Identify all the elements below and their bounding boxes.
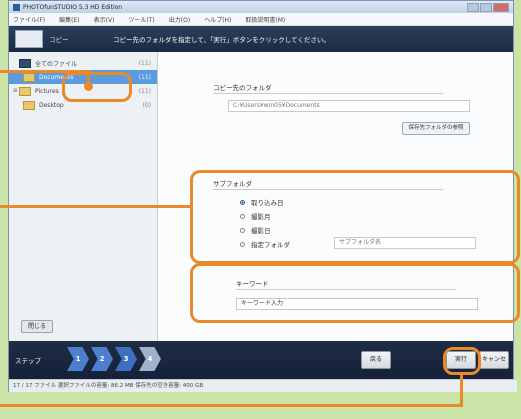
step-label: ステップ (15, 357, 41, 365)
window-title: PHOTOfunSTUDIO 5.3 HD Edition (23, 3, 123, 11)
step-3-arrow: 3 (115, 347, 137, 371)
tree-item-count: (11) (138, 73, 151, 81)
tree-item-count: (11) (138, 87, 151, 95)
step-thumbnail-icon (15, 30, 43, 48)
title-bar: PHOTOfunSTUDIO 5.3 HD Edition (9, 1, 513, 13)
documents-highlight-frame (62, 72, 132, 102)
close-window-button[interactable] (493, 2, 509, 12)
status-bar: 17 / 17 ファイル 選択ファイルの容量: 86.2 MB 保存先の空き容量… (9, 379, 517, 392)
step-header: コピー コピー先のフォルダを指定して、「実行」ボタンをクリックしてください。 (9, 26, 513, 52)
app-icon (13, 3, 20, 11)
menu-bar: ファイル(F) 編集(E) 表示(V) ツール(T) 出力(O) ヘルプ(H) … (9, 13, 513, 26)
callout-line (460, 375, 463, 406)
copy-dest-path-field[interactable]: C:¥Users¥win05¥Documents (228, 100, 470, 112)
tree-item-label: 全てのファイル (35, 60, 78, 68)
callout-line (0, 404, 463, 407)
close-panel-button[interactable]: 閉じる (21, 320, 53, 333)
step-footer: ステップ 1 2 3 4 戻る 実行 キャンセル (9, 341, 513, 379)
menu-manual[interactable]: 取扱説明書(M) (245, 15, 285, 24)
step-4-arrow: 4 (139, 347, 161, 371)
menu-view[interactable]: 表示(V) (94, 15, 115, 24)
window-controls (467, 2, 509, 12)
subfolder-highlight-frame (190, 170, 520, 264)
cancel-button[interactable]: キャンセル (479, 351, 509, 379)
folder-icon (19, 86, 31, 96)
step-1-arrow: 1 (67, 347, 89, 371)
callout-line (0, 70, 90, 73)
instruction-text: コピー先のフォルダを指定して、「実行」ボタンをクリックしてください。 (113, 36, 330, 44)
browse-folder-button[interactable]: 保存先フォルダの参照 (402, 122, 470, 135)
tree-item-label: Pictures (35, 87, 59, 95)
copy-dest-label: コピー先のフォルダ (213, 82, 443, 94)
keyword-highlight-frame (190, 263, 520, 323)
back-button[interactable]: 戻る (361, 351, 391, 369)
menu-tools[interactable]: ツール(T) (128, 15, 154, 24)
run-highlight-frame (443, 347, 481, 375)
menu-edit[interactable]: 編集(E) (59, 15, 79, 24)
tree-item-count: (0) (142, 101, 152, 109)
minimize-button[interactable] (467, 2, 479, 12)
menu-file[interactable]: ファイル(F) (13, 15, 45, 24)
callout-line (0, 205, 190, 208)
maximize-button[interactable] (480, 2, 492, 12)
step-title: コピー (49, 36, 69, 44)
tree-item-count: (11) (138, 59, 151, 67)
folder-icon (23, 72, 35, 82)
tree-item-label: Desktop (39, 101, 64, 109)
folder-icon (23, 100, 35, 110)
menu-help[interactable]: ヘルプ(H) (204, 15, 231, 24)
tree-item-all-files[interactable]: 全てのファイル (11) (9, 56, 157, 70)
all-files-icon (19, 58, 31, 68)
step-2-arrow: 2 (91, 347, 113, 371)
callout-dot (84, 82, 93, 91)
menu-output[interactable]: 出力(O) (169, 15, 190, 24)
